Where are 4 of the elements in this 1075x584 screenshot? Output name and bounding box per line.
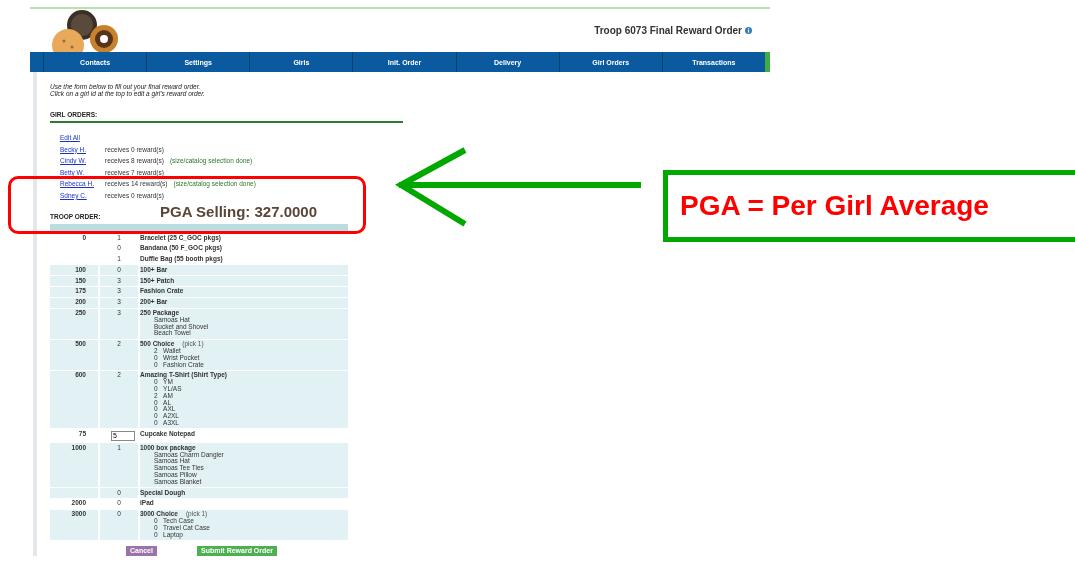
page-title: Troop 6073 Final Reward Order [594,25,742,36]
callout-text: PGA = Per Girl Average [679,190,989,222]
pga-selling-text: PGA Selling: 327.0000 [160,203,318,220]
help-icon[interactable] [745,27,752,34]
